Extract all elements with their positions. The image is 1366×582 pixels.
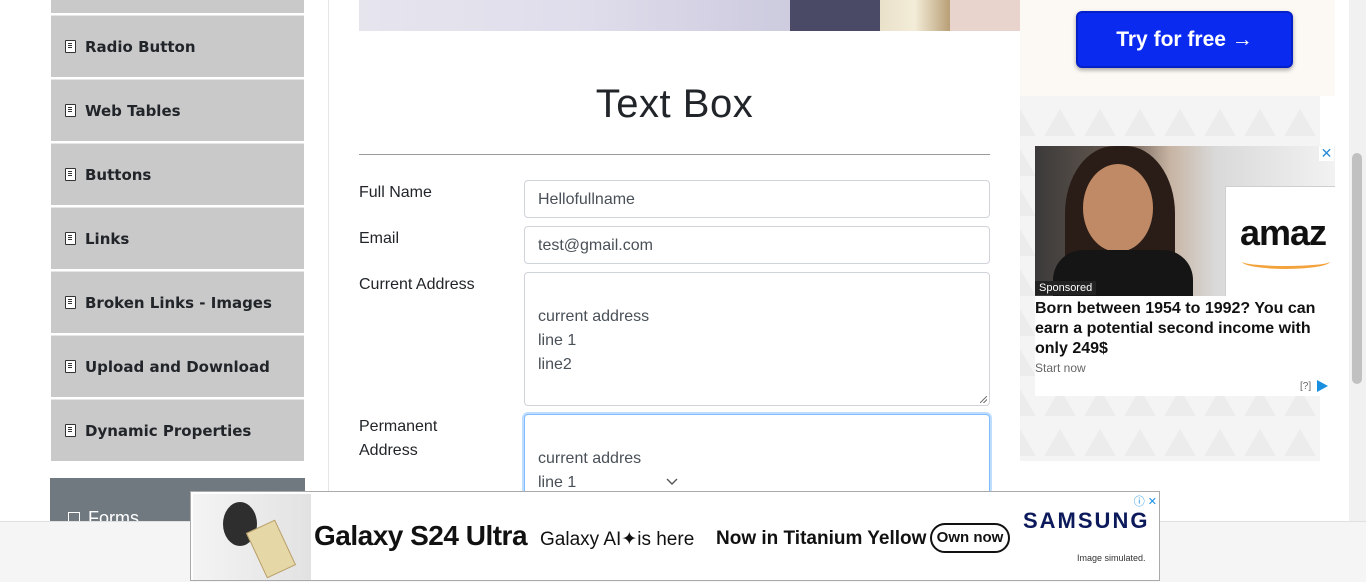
- document-icon: [65, 232, 76, 245]
- adchoices-icon[interactable]: [1317, 380, 1328, 392]
- full-name-label: Full Name: [359, 184, 432, 201]
- sidebar-item-label: Radio Button: [85, 37, 196, 56]
- email-input[interactable]: test@gmail.com: [524, 226, 990, 264]
- scrollbar-thumb[interactable]: [1352, 153, 1362, 384]
- sidebar-item-label: Links: [85, 229, 130, 248]
- samsung-logo: SAMSUNG: [1023, 508, 1150, 533]
- resize-handle[interactable]: [980, 396, 987, 403]
- email-label: Email: [359, 230, 400, 247]
- document-icon: [65, 40, 76, 53]
- sidebar-item-broken-links[interactable]: Broken Links - Images: [51, 271, 304, 333]
- current-address-textarea[interactable]: current address line 1 line2: [524, 272, 990, 406]
- own-now-button[interactable]: Own now: [930, 523, 1010, 553]
- adchoices-close-icon[interactable]: ⓘ ✕: [1129, 493, 1157, 509]
- sidebar-item-buttons[interactable]: Buttons: [51, 143, 304, 205]
- left-gutter: [0, 0, 30, 581]
- document-icon: [65, 424, 76, 437]
- forms-icon: [68, 512, 80, 521]
- vertical-scrollbar[interactable]: [1349, 0, 1366, 521]
- ad-product-name: Galaxy S24 Ultra: [314, 520, 528, 551]
- ad-brand-logo: amaz: [1240, 212, 1327, 253]
- ad-headline[interactable]: Born between 1954 to 1992? You can earn …: [1035, 299, 1330, 359]
- sidebar-item-web-tables[interactable]: Web Tables: [51, 79, 304, 141]
- document-icon: [65, 104, 76, 117]
- document-icon: [65, 360, 76, 373]
- sidebar-item-radio-button[interactable]: Radio Button: [51, 15, 304, 77]
- bottom-banner-ad[interactable]: Galaxy S24 Ultra Galaxy AI✦is here Now i…: [190, 491, 1160, 581]
- sidebar-item-label: Web Tables: [85, 101, 181, 120]
- sidebar-item-links[interactable]: Links: [51, 207, 304, 269]
- current-address-label: Current Address: [359, 276, 475, 293]
- sidebar-item-label: Broken Links - Images: [85, 293, 272, 312]
- current-address-value: current address line 1 line2: [538, 308, 650, 373]
- chevron-down-icon[interactable]: [666, 476, 678, 488]
- ad-brand-smile: [1242, 254, 1330, 269]
- ad-color-text: Now in Titanium Yellow: [716, 528, 927, 549]
- sidebar-item-check-box[interactable]: [51, 0, 304, 13]
- ad-cta-link[interactable]: Start now: [1035, 361, 1086, 375]
- ad-model-image: [193, 494, 311, 580]
- sidebar-item-dynamic-properties[interactable]: Dynamic Properties: [51, 399, 304, 461]
- ad-ai-text: Galaxy AI✦is here: [540, 529, 695, 550]
- sidebar-item-label: Dynamic Properties: [85, 421, 252, 440]
- sidebar-item-label: Upload and Download: [85, 357, 270, 376]
- title-divider: [359, 154, 990, 155]
- ad-disclaimer: Image simulated.: [1077, 553, 1146, 563]
- sidebar-item-label: Buttons: [85, 165, 152, 184]
- page-title: Text Box: [595, 82, 754, 126]
- ad-help-link[interactable]: [?]: [1300, 381, 1311, 392]
- sponsored-badge: Sponsored: [1035, 281, 1097, 295]
- sidebar-item-upload-download[interactable]: Upload and Download: [51, 335, 304, 397]
- close-icon[interactable]: ✕: [1319, 146, 1334, 161]
- document-icon: [65, 168, 76, 181]
- forms-label: Forms: [88, 508, 139, 521]
- top-banner-image: [359, 0, 1020, 31]
- full-name-input[interactable]: Hellofullname: [524, 180, 990, 218]
- try-for-free-button[interactable]: Try for free →: [1076, 11, 1293, 68]
- permanent-address-label: Permanent Address: [359, 418, 438, 459]
- document-icon: [65, 296, 76, 309]
